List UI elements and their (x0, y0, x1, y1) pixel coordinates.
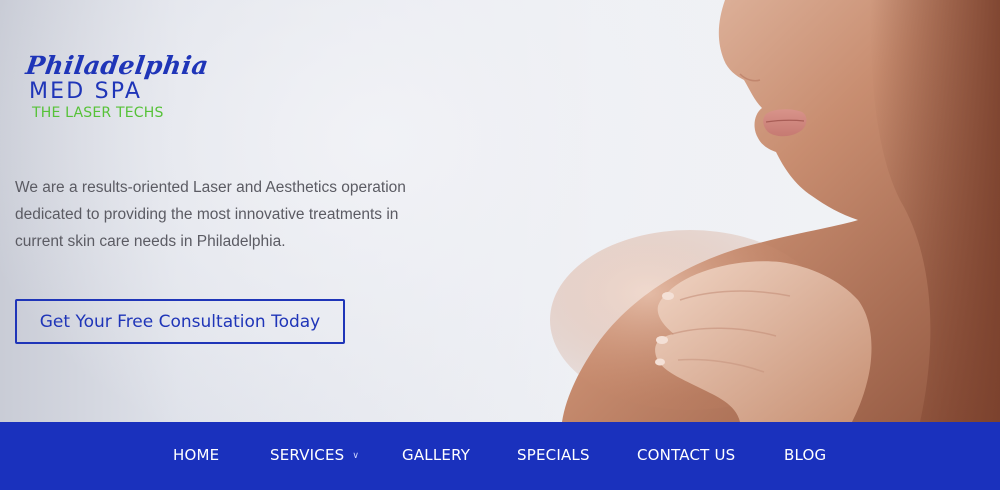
nav-item-label: HOME (173, 446, 220, 464)
page-bottom-strip (0, 490, 1000, 500)
nav-item-services[interactable]: SERVICES ∨ (270, 422, 359, 490)
nav-item-specials[interactable]: SPECIALS (517, 422, 590, 490)
main-nav: HOME SERVICES ∨ GALLERY SPECIALS CONTACT … (0, 422, 1000, 490)
hero-banner: Philadelphia MED SPA THE LASER TECHS We … (0, 0, 1000, 422)
nav-item-label: SERVICES (270, 446, 345, 464)
page: Philadelphia MED SPA THE LASER TECHS We … (0, 0, 1000, 500)
nav-item-gallery[interactable]: GALLERY (402, 422, 470, 490)
logo-script-text: Philadelphia (24, 51, 211, 80)
logo-main-text: MED SPA (29, 79, 143, 104)
nav-item-label: SPECIALS (517, 446, 590, 464)
nav-item-contact-us[interactable]: CONTACT US (637, 422, 735, 490)
free-consultation-button[interactable]: Get Your Free Consultation Today (15, 299, 345, 344)
hero-image (550, 0, 1000, 422)
chevron-down-icon: ∨ (352, 451, 360, 461)
nav-item-label: GALLERY (402, 446, 471, 464)
nav-item-home[interactable]: HOME (173, 422, 219, 490)
logo-tagline: THE LASER TECHS (32, 105, 164, 121)
nav-item-label: CONTACT US (637, 446, 736, 464)
nav-item-blog[interactable]: BLOG (784, 422, 826, 490)
nav-item-label: BLOG (784, 446, 827, 464)
hero-intro-text: We are a results-oriented Laser and Aest… (15, 179, 406, 250)
logo[interactable]: Philadelphia MED SPA THE LASER TECHS (24, 51, 211, 122)
